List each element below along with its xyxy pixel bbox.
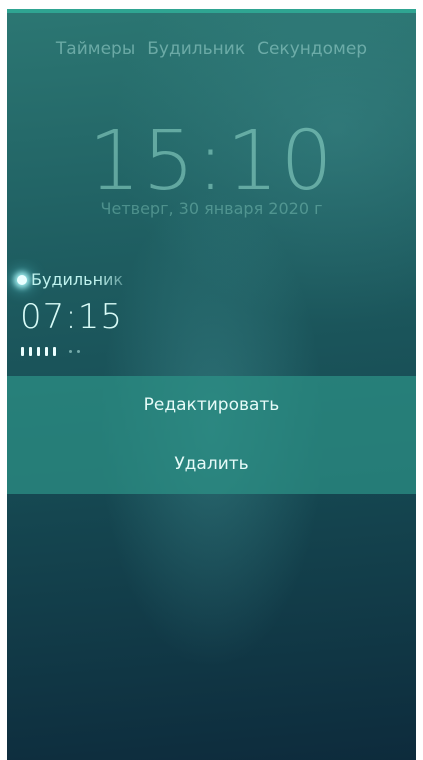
weekday-mon-on (21, 347, 24, 356)
clock-app-screen: Таймеры Будильник Секундомер 15:10 Четве… (7, 9, 416, 760)
current-date: Четверг, 30 января 2020 г (100, 199, 323, 218)
current-time: 15:10 (88, 114, 335, 209)
alarm-enabled-indicator-icon[interactable] (17, 275, 27, 285)
weekday-sun-off (77, 350, 80, 353)
alarm-label: Будильник (31, 270, 124, 289)
weekday-sat-off (69, 350, 72, 353)
tab-bar: Таймеры Будильник Секундомер (7, 39, 416, 59)
alarm-list-item[interactable]: Будильник 07:15 (7, 259, 137, 369)
alarm-time: 07:15 (20, 297, 123, 337)
weekday-tue-on (29, 347, 32, 356)
alarm-context-menu: Редактировать Удалить (7, 376, 416, 494)
edit-menu-item[interactable]: Редактировать (7, 376, 416, 435)
delete-menu-item[interactable]: Удалить (7, 435, 416, 494)
weekday-wed-on (37, 347, 40, 356)
alarm-weekdays-indicator (21, 347, 85, 356)
weekday-thu-on (45, 347, 48, 356)
tab-timers[interactable]: Таймеры (56, 39, 135, 59)
weekday-fri-on (53, 347, 56, 356)
tab-stopwatch[interactable]: Секундомер (257, 39, 367, 59)
status-strip (7, 9, 416, 13)
tab-alarm[interactable]: Будильник (147, 39, 245, 59)
